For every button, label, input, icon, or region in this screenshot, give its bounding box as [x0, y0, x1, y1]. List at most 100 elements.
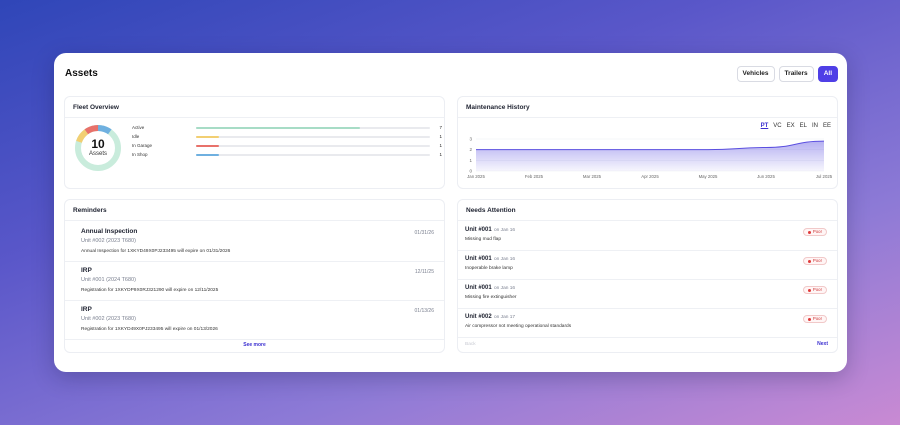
reminder-title: IRP [81, 306, 92, 313]
attention-unit: Unit #002 [465, 314, 492, 320]
x-tick-label: Apr 2025 [641, 174, 659, 179]
reminders-panel: Reminders Annual Inspection Unit #002 (2… [64, 199, 445, 353]
back-button[interactable]: Back [465, 342, 476, 347]
asset-filter: Vehicles Trailers All [736, 66, 838, 82]
fleet-total: 10 [91, 137, 105, 151]
status-dot-icon [807, 288, 811, 292]
reminder-unit: Unit #002 (2023 T680) [81, 238, 136, 244]
stat-label: In Garage [132, 143, 153, 148]
filter-trailers-button[interactable]: Trailers [778, 66, 814, 82]
maintenance-area-chart: 0 1 2 3 Jan 2025 Feb 2025 Mar 2025 Apr 2025 May … [467, 137, 833, 180]
stat-label: In Shop [132, 152, 148, 157]
category-tabs: PT VC EX EL IN EE [761, 123, 831, 129]
attention-date: on Jan 16 [494, 228, 516, 233]
page-title: Assets [65, 68, 98, 79]
reminder-date: 01/13/26 [414, 308, 434, 314]
next-button[interactable]: Next [817, 341, 828, 347]
reminder-title: IRP [81, 267, 92, 274]
fleet-total-label: Assets [88, 151, 107, 157]
attention-item[interactable]: Unit #001 on Jan 16 Missing fire extingu… [458, 280, 837, 309]
stat-bar-track [196, 127, 430, 129]
stat-row-active: Active 7 [132, 124, 442, 132]
reminder-item[interactable]: IRP Unit #002 (2023 T680) Registration f… [65, 302, 444, 340]
status-badge: Poor [802, 315, 827, 323]
stat-value: 7 [439, 125, 442, 130]
attention-item[interactable]: Unit #002 on Jan 17 Air compressor not m… [458, 309, 837, 338]
stat-bar-fill [196, 136, 220, 138]
attention-desc: Inoperable brake lamp [465, 266, 513, 271]
tab-el[interactable]: EL [800, 123, 807, 129]
attention-date: on Jan 17 [494, 315, 516, 320]
reminder-item[interactable]: Annual Inspection Unit #002 (2023 T680) … [65, 224, 444, 262]
status-dot-icon [807, 259, 811, 263]
stat-row-idle: Idle 1 [132, 133, 442, 141]
divider [458, 220, 837, 221]
reminder-unit: Unit #002 (2023 T680) [81, 316, 136, 322]
attention-unit: Unit #001 [465, 256, 492, 262]
stat-label: Active [132, 125, 145, 130]
stat-row-in-garage: In Garage 1 [132, 142, 442, 150]
stat-bar-track [196, 145, 430, 147]
reminder-desc: Registration for 1XKYDP9X0RJ321290 will … [81, 288, 219, 293]
divider [458, 117, 837, 118]
x-tick-label: Jun 2025 [757, 174, 775, 179]
tab-vc[interactable]: VC [773, 123, 781, 129]
stat-value: 1 [439, 143, 442, 148]
y-tick-label: 2 [469, 147, 472, 152]
stat-bar-track [196, 136, 430, 138]
x-tick-label: Mar 2025 [583, 174, 602, 179]
reminder-item[interactable]: IRP Unit #001 (2024 T680) Registration f… [65, 263, 444, 301]
status-label: Poor [812, 316, 822, 321]
reminder-unit: Unit #001 (2024 T680) [81, 277, 136, 283]
tab-pt[interactable]: PT [761, 123, 769, 129]
attention-unit: Unit #001 [465, 285, 492, 291]
divider [65, 220, 444, 221]
fleet-overview-panel: Fleet Overview 10 Assets Active 7 Idle 1… [64, 96, 445, 189]
reminder-date: 12/11/25 [414, 269, 434, 275]
x-tick-label: Jul 2025 [816, 174, 833, 179]
attention-item[interactable]: Unit #001 on Jan 16 Missing mud flap Poo… [458, 222, 837, 251]
see-more-link[interactable]: See more [65, 342, 444, 348]
reminder-date: 01/31/26 [414, 230, 434, 236]
status-dot-icon [807, 230, 811, 234]
reminder-desc: Annual Inspection for 1XKYD49X0PJ233495 … [81, 249, 231, 254]
status-label: Poor [812, 287, 822, 292]
y-tick-label: 0 [469, 169, 472, 174]
maintenance-history-title: Maintenance History [466, 104, 530, 111]
stat-value: 1 [439, 152, 442, 157]
stat-label: Idle [132, 134, 140, 139]
y-tick-label: 3 [469, 137, 472, 142]
attention-item[interactable]: Unit #001 on Jan 16 Inoperable brake lam… [458, 251, 837, 280]
reminders-title: Reminders [73, 207, 107, 214]
status-badge: Poor [802, 286, 827, 294]
series-area [476, 141, 824, 171]
needs-attention-title: Needs Attention [466, 207, 516, 214]
assets-card: Assets Vehicles Trailers All Fleet Overv… [54, 53, 847, 372]
tab-ex[interactable]: EX [787, 123, 795, 129]
attention-desc: Missing mud flap [465, 237, 501, 242]
filter-all-button[interactable]: All [817, 66, 838, 82]
filter-vehicles-button[interactable]: Vehicles [736, 66, 775, 82]
attention-date: on Jan 16 [494, 257, 516, 262]
x-tick-label: Jan 2025 [467, 174, 485, 179]
stat-value: 1 [439, 134, 442, 139]
stat-row-in-shop: In Shop 1 [132, 151, 442, 159]
stat-bar-fill [196, 154, 220, 156]
attention-date: on Jan 16 [494, 286, 516, 291]
tab-in[interactable]: IN [812, 123, 818, 129]
stat-bar-track [196, 154, 430, 156]
x-tick-label: May 2025 [699, 174, 718, 179]
stat-bar-fill [196, 145, 220, 147]
reminder-desc: Registration for 1XKYD49X0PJ233495 will … [81, 327, 218, 332]
maintenance-history-panel: Maintenance History PT VC EX EL IN EE 0 1… [457, 96, 838, 189]
status-dot-icon [807, 317, 811, 321]
status-label: Poor [812, 258, 822, 263]
needs-attention-panel: Needs Attention Unit #001 on Jan 16 Miss… [457, 199, 838, 353]
y-tick-label: 1 [469, 158, 472, 163]
attention-desc: Missing fire extinguisher [465, 295, 517, 300]
status-badge: Poor [802, 228, 827, 236]
tab-ee[interactable]: EE [823, 123, 831, 129]
status-label: Poor [812, 229, 822, 234]
status-badge: Poor [802, 257, 827, 265]
x-tick-label: Feb 2025 [525, 174, 544, 179]
